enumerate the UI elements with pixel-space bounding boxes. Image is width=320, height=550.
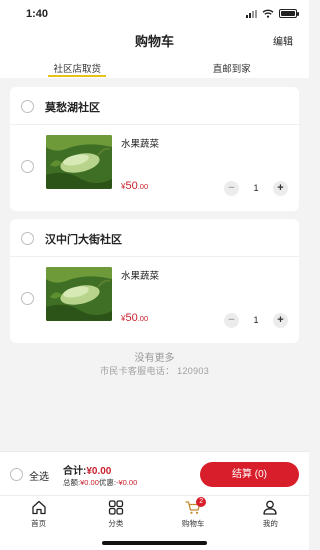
decrease-button[interactable]: − xyxy=(224,180,239,196)
increase-button[interactable]: + xyxy=(273,180,288,196)
product-image[interactable] xyxy=(46,267,112,321)
bottom-tab-bar: 首页 分类 2 购物车 我的 xyxy=(0,495,309,529)
cart-count-badge: 2 xyxy=(196,497,207,507)
quantity-value: 1 xyxy=(253,183,259,193)
tab-community-pickup[interactable]: 社区店取货 xyxy=(0,52,155,78)
checkout-bar: 全选 合计:¥0.00 总额:¥0.00优惠:-¥0.00 结算 (0) xyxy=(0,451,309,495)
delivery-tabs: 社区店取货 直邮到家 xyxy=(0,52,309,78)
subtotal-label: 总额: xyxy=(63,478,81,487)
quantity-stepper: − 1 + xyxy=(224,312,288,328)
status-bar: 1:40 xyxy=(0,0,309,26)
item-select-radio[interactable] xyxy=(21,160,34,173)
store-name: 汉中门大街社区 xyxy=(45,234,122,246)
quantity-stepper: − 1 + xyxy=(224,180,288,196)
store-header: 莫愁湖社区 xyxy=(10,87,299,125)
price-decimal: .00 xyxy=(137,182,149,191)
discount-value: -¥0.00 xyxy=(115,478,138,487)
edit-button[interactable]: 编辑 xyxy=(273,33,293,48)
product-image[interactable] xyxy=(46,135,112,189)
status-time: 1:40 xyxy=(26,8,49,20)
no-more-text: 没有更多 xyxy=(134,353,175,364)
tabbar-item-category[interactable]: 分类 xyxy=(77,496,154,529)
item-select-radio[interactable] xyxy=(21,292,34,305)
select-all-radio[interactable] xyxy=(10,468,23,481)
store-card: 莫愁湖社区 水果蔬菜 ¥50.00 − 1 + xyxy=(10,87,299,211)
price-decimal: .00 xyxy=(137,314,149,323)
store-select-radio[interactable] xyxy=(21,100,34,113)
store-name: 莫愁湖社区 xyxy=(45,102,100,114)
tabbar-item-cart[interactable]: 2 购物车 xyxy=(155,496,232,529)
category-icon xyxy=(108,500,124,515)
home-indicator xyxy=(0,529,309,550)
total-value: ¥0.00 xyxy=(86,466,112,477)
signal-icon xyxy=(246,9,257,18)
decrease-button[interactable]: − xyxy=(224,312,239,328)
product-price: ¥50.00 xyxy=(121,180,148,192)
tabbar-item-profile[interactable]: 我的 xyxy=(232,496,309,529)
increase-button[interactable]: + xyxy=(273,312,288,328)
tab-direct-delivery[interactable]: 直邮到家 xyxy=(155,52,310,78)
subtotal-line: 总额:¥0.00优惠:-¥0.00 xyxy=(63,477,137,488)
status-icons xyxy=(246,9,299,18)
battery-icon xyxy=(279,9,299,18)
tabbar-item-home[interactable]: 首页 xyxy=(0,496,77,529)
discount-label: 优惠: xyxy=(98,478,116,487)
store-header: 汉中门大街社区 xyxy=(10,219,299,257)
product-price: ¥50.00 xyxy=(121,312,148,324)
checkout-button[interactable]: 结算 (0) xyxy=(200,462,299,487)
product-name[interactable]: 水果蔬菜 xyxy=(121,268,159,282)
store-select-radio[interactable] xyxy=(21,232,34,245)
tabbar-label: 分类 xyxy=(108,519,124,528)
wifi-icon xyxy=(262,9,274,18)
nav-header: 购物车 编辑 xyxy=(0,26,309,52)
price-integer: 50 xyxy=(125,312,138,324)
service-hotline: 市民卡客服电话： 120903 xyxy=(99,366,210,376)
total-label: 合计: xyxy=(63,466,87,477)
tabbar-label: 首页 xyxy=(31,519,47,528)
product-name[interactable]: 水果蔬菜 xyxy=(121,136,159,150)
tabbar-label: 我的 xyxy=(262,519,278,528)
select-all-label[interactable]: 全选 xyxy=(29,468,49,483)
total-amount: 合计:¥0.00 xyxy=(63,462,111,477)
price-integer: 50 xyxy=(125,180,138,192)
subtotal-value: ¥0.00 xyxy=(80,478,99,487)
home-icon xyxy=(31,500,46,515)
page-title: 购物车 xyxy=(134,34,174,49)
store-card: 汉中门大街社区 水果蔬菜 ¥50.00 − 1 + xyxy=(10,219,299,343)
user-icon xyxy=(263,500,278,515)
tabbar-label: 购物车 xyxy=(181,519,205,528)
quantity-value: 1 xyxy=(253,315,259,325)
